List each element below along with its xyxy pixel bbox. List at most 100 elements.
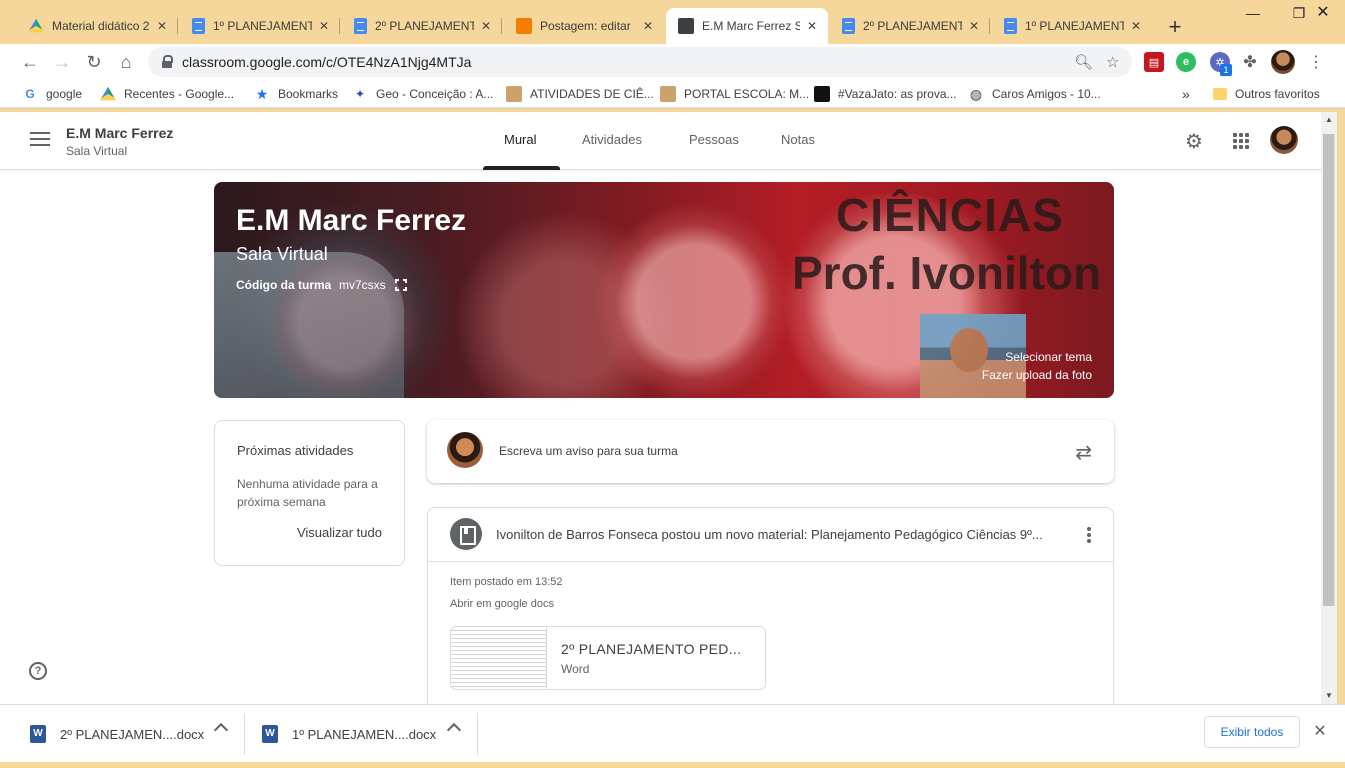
tab-pessoas[interactable]: Pessoas xyxy=(689,132,739,147)
chevron-up-icon[interactable] xyxy=(213,722,229,738)
upload-photo-link[interactable]: Fazer upload da foto xyxy=(982,368,1092,382)
bookmark-item[interactable]: PORTAL ESCOLA: M... xyxy=(660,85,809,103)
profile-avatar[interactable] xyxy=(1271,50,1295,74)
scroll-up-icon[interactable]: ▲ xyxy=(1321,112,1337,128)
tab-title: 2º PLANEJAMENTO xyxy=(375,19,474,33)
address-bar[interactable]: classroom.google.com/c/OTE4NzA1Njg4MTJa … xyxy=(148,47,1132,77)
download-filename: 2º PLANEJAMEN....docx xyxy=(60,726,205,742)
tab-title: 2º PLANEJAMENTO xyxy=(863,19,962,33)
account-avatar[interactable] xyxy=(1270,126,1298,154)
repost-icon[interactable]: ⇄ xyxy=(1075,440,1092,465)
url-text[interactable]: classroom.google.com/c/OTE4NzA1Njg4MTJa xyxy=(182,54,471,70)
bookmark-item[interactable]: ✦ Geo - Conceição : A... xyxy=(352,85,493,103)
close-icon[interactable]: ✕ xyxy=(1310,721,1330,741)
more-vertical-icon[interactable]: ⋮ xyxy=(1303,49,1329,75)
docs-icon xyxy=(842,18,855,34)
attachment-card[interactable]: 2º PLANEJAMENTO PED... Word xyxy=(450,626,766,690)
close-icon[interactable]: ✕ xyxy=(640,19,656,33)
geo-icon: ✦ xyxy=(354,87,366,101)
close-icon[interactable]: ✕ xyxy=(316,19,332,33)
download-item[interactable]: W 1º PLANEJAMEN....docx xyxy=(262,713,436,755)
announcement-placeholder[interactable]: Escreva um aviso para sua turma xyxy=(499,444,678,458)
browser-tab[interactable]: 1º PLANEJAMENTO ✕ xyxy=(180,10,340,42)
close-icon[interactable]: ✕ xyxy=(154,19,170,33)
browser-tab-strip: Material didático 2 ✕ 1º PLANEJAMENTO ✕ … xyxy=(0,0,1345,44)
other-bookmarks-folder[interactable]: Outros favoritos xyxy=(1213,85,1320,103)
minimize-icon[interactable]: — xyxy=(1230,2,1276,26)
announcement-composer[interactable]: Escreva um aviso para sua turma ⇄ xyxy=(427,420,1114,483)
banner-artwork-text: Prof. Ivonilton xyxy=(792,247,1102,299)
attachment-type: Word xyxy=(561,662,590,676)
browser-tab[interactable]: Postagem: editar ✕ xyxy=(504,10,664,42)
pdf-extension-icon[interactable]: ▤ xyxy=(1144,52,1164,72)
classroom-header: E.M Marc Ferrez Sala Virtual Mural Ativi… xyxy=(0,112,1321,170)
puzzle-icon[interactable]: ✤ xyxy=(1237,49,1263,75)
star-icon[interactable]: ☆ xyxy=(1106,53,1119,71)
scrollbar-thumb[interactable] xyxy=(1323,134,1335,606)
evernote-extension-icon[interactable]: e xyxy=(1176,52,1196,72)
settings-gear-icon[interactable]: ⚙ xyxy=(1182,129,1206,153)
page-scrollbar[interactable]: ▲ ▼ xyxy=(1321,112,1337,704)
chevron-up-icon[interactable] xyxy=(446,722,462,738)
star-icon: ★ xyxy=(255,85,269,102)
browser-tab[interactable]: Material didático 2 ✕ xyxy=(16,10,178,42)
class-name[interactable]: E.M Marc Ferrez xyxy=(66,125,173,141)
post-title[interactable]: Ivonilton de Barros Fonseca postou um no… xyxy=(496,527,1070,542)
window-close-icon[interactable]: ✕ xyxy=(1300,2,1345,26)
tab-title: Material didático 2 xyxy=(52,19,150,33)
show-all-downloads-button[interactable]: Exibir todos xyxy=(1204,716,1300,748)
browser-tab-active[interactable]: E.M Marc Ferrez Sa ✕ xyxy=(666,8,828,44)
tab-notas[interactable]: Notas xyxy=(781,132,815,147)
back-icon[interactable]: ← xyxy=(17,49,43,75)
material-post: Ivonilton de Barros Fonseca postou um no… xyxy=(427,507,1114,704)
tab-mural[interactable]: Mural xyxy=(504,132,537,147)
browser-tab[interactable]: 2º PLANEJAMENTO ✕ xyxy=(342,10,502,42)
zoom-search-icon[interactable]: 🔍︎ xyxy=(1074,53,1093,71)
apps-grid-icon[interactable] xyxy=(1233,133,1249,149)
tab-title: 1º PLANEJAMENTO xyxy=(1025,19,1124,33)
download-shelf: W 2º PLANEJAMEN....docx W 1º PLANEJAMEN.… xyxy=(0,704,1345,768)
bookmark-item[interactable]: ◍ Caros Amigos - 10... xyxy=(968,85,1101,103)
reload-icon[interactable]: ↻ xyxy=(81,49,107,75)
browser-tab[interactable]: 2º PLANEJAMENTO ✕ xyxy=(830,10,990,42)
home-icon[interactable]: ⌂ xyxy=(113,49,139,75)
scroll-down-icon[interactable]: ▼ xyxy=(1321,688,1337,704)
close-icon[interactable]: ✕ xyxy=(966,19,982,33)
tab-atividades[interactable]: Atividades xyxy=(582,132,642,147)
google-icon: G xyxy=(25,87,35,101)
help-icon[interactable]: ? xyxy=(29,662,47,680)
lock-icon[interactable] xyxy=(162,55,173,68)
drive-icon xyxy=(28,18,44,33)
close-icon[interactable]: ✕ xyxy=(478,19,494,33)
bookmark-item[interactable]: #VazaJato: as prova... xyxy=(814,85,957,103)
class-section: Sala Virtual xyxy=(66,144,128,158)
fullscreen-icon[interactable] xyxy=(395,279,407,291)
classroom-page: E.M Marc Ferrez Sala Virtual Mural Ativi… xyxy=(0,112,1321,704)
school-icon xyxy=(506,86,522,102)
close-icon[interactable]: ✕ xyxy=(1128,19,1144,33)
new-tab-button[interactable]: + xyxy=(1164,14,1186,40)
view-all-link[interactable]: Visualizar tudo xyxy=(297,525,382,540)
active-tab-indicator xyxy=(483,166,560,170)
bookmark-item[interactable]: Recentes - Google... xyxy=(100,85,234,103)
intercept-icon xyxy=(814,86,830,102)
close-icon[interactable]: ✕ xyxy=(804,19,820,33)
download-item[interactable]: W 2º PLANEJAMEN....docx xyxy=(30,713,204,755)
browser-tab[interactable]: 1º PLANEJAMENTO ✕ xyxy=(992,10,1152,42)
tab-title: E.M Marc Ferrez Sa xyxy=(702,19,800,33)
post-header[interactable]: Ivonilton de Barros Fonseca postou um no… xyxy=(428,508,1113,562)
open-in-docs-link[interactable]: Abrir em google docs xyxy=(450,598,554,610)
post-timestamp: Item postado em 13:52 xyxy=(450,576,563,588)
bookmark-item[interactable]: ★ Bookmarks xyxy=(254,85,338,103)
globe-icon: ◍ xyxy=(969,85,983,102)
bookmarks-overflow-button[interactable]: » xyxy=(1182,85,1190,103)
forward-icon[interactable]: → xyxy=(49,49,75,75)
drive-icon xyxy=(100,86,116,101)
bookmark-item[interactable]: G google xyxy=(22,85,82,103)
more-vertical-icon[interactable] xyxy=(1087,527,1091,543)
select-theme-link[interactable]: Selecionar tema xyxy=(1005,350,1092,364)
bookmark-item[interactable]: ATIVIDADES DE CIÊ... xyxy=(506,85,654,103)
school-icon xyxy=(660,86,676,102)
menu-icon[interactable] xyxy=(30,132,50,148)
banner-subtitle: Sala Virtual xyxy=(236,244,328,264)
